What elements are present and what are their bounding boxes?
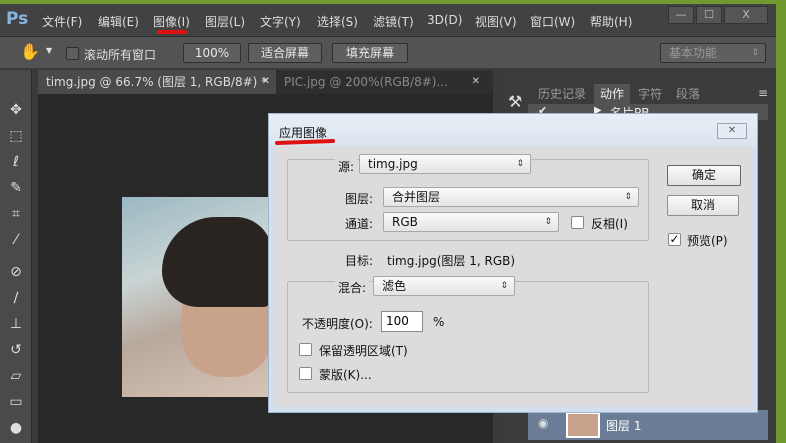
close-tab-icon[interactable]: ✕ [472,70,480,94]
mask-checkbox[interactable] [299,367,312,380]
tab-history[interactable]: 历史记录 [532,84,592,104]
red-underline-mark [157,30,187,34]
menu-bar: Ps 文件(F) 编辑(E) 图像(I) 图层(L) 文字(Y) 选择(S) 滤… [0,4,776,36]
cancel-button[interactable]: 取消 [667,195,739,216]
dialog-close-button[interactable]: ✕ [717,123,747,139]
target-value: timg.jpg(图层 1, RGB) [387,254,516,268]
fill-screen-button[interactable]: 填充屏幕 [332,43,408,63]
hair [162,217,272,307]
actions-icon: ⚒ [508,92,523,111]
history-brush-tool-icon[interactable]: ↺ [6,340,26,360]
tab-character[interactable]: 字符 [632,84,668,104]
blend-value: 滤色 [382,279,407,293]
tab-paragraph[interactable]: 段落 [670,84,706,104]
dialog-title: 应用图像 [279,126,328,140]
quick-select-tool-icon[interactable]: ✎ [6,178,26,198]
tab-timg[interactable]: timg.jpg @ 66.7% (图层 1, RGB/8#) * ✕ [38,70,276,94]
workspace-select[interactable]: 基本功能 ⇕ [660,43,766,63]
preserve-transparency-label: 保留透明区域(T) [319,344,408,358]
minimize-button[interactable]: — [668,6,694,24]
select-arrows-icon: ⇕ [751,48,759,58]
blur-tool-icon[interactable]: ● [6,418,26,438]
channel-select[interactable]: RGB ⇕ [383,212,559,232]
eye-icon[interactable]: ◉ [538,416,548,430]
red-underline-mark [274,138,336,146]
zoom-100-button[interactable]: 100% [183,43,241,63]
eraser-tool-icon[interactable]: ▱ [6,366,26,386]
opacity-unit: % [433,315,445,329]
scroll-all-checkbox[interactable] [66,47,79,60]
chevron-down-icon[interactable]: ▼ [46,46,52,55]
tab-label: PIC.jpg @ 200%(RGB/8#)... [284,75,448,89]
eyedropper-tool-icon[interactable]: ⁄ [6,230,26,250]
channel-label: 通道: [345,217,374,231]
select-arrows-icon: ⇕ [500,281,508,291]
layer-row[interactable]: ◉ 图层 1 [528,410,768,440]
menu-type[interactable]: 文字(Y) [260,13,301,30]
stamp-tool-icon[interactable]: ⊥ [6,314,26,334]
scroll-all-label: 滚动所有窗口 [84,48,157,62]
move-tool-icon[interactable]: ✥ [6,100,26,120]
blend-select[interactable]: 滤色 ⇕ [373,276,515,296]
blend-label: 混合: [335,279,370,296]
layer-name: 图层 1 [606,419,642,433]
invert-label: 反相(I) [591,217,628,231]
document-tabs: timg.jpg @ 66.7% (图层 1, RGB/8#) * ✕ PIC.j… [38,70,493,94]
layer-label: 图层: [345,192,374,206]
marquee-tool-icon[interactable]: ⬚ [6,126,26,146]
tools-panel: ✥ ⬚ ℓ ✎ ⌗ ⁄ ⊘ ∕ ⊥ ↺ ▱ ▭ ● [0,70,32,443]
target-label: 目标: [345,254,374,268]
ok-button[interactable]: 确定 [667,165,741,186]
source-label: 源: [335,158,358,175]
layer-value: 合并图层 [392,190,441,204]
opacity-input[interactable]: 100 [381,311,423,332]
tab-label: timg.jpg @ 66.7% (图层 1, RGB/8#) * [46,75,268,89]
check-icon: ✓ [669,232,680,246]
fit-screen-button[interactable]: 适合屏幕 [248,43,322,63]
menu-file[interactable]: 文件(F) [42,13,82,30]
options-bar: ✋ ▼ 滚动所有窗口 100% 适合屏幕 填充屏幕 基本功能 ⇕ [0,36,776,68]
apply-image-dialog: 应用图像 ✕ 源: timg.jpg ⇕ 图层: 合并图层 ⇕ 通道: RGB ⇕ 反… [268,113,758,413]
mask-label: 蒙版(K)... [319,368,372,382]
menu-image[interactable]: 图像(I) [153,13,190,30]
maximize-button[interactable]: ☐ [696,6,722,24]
preview-label: 预览(P) [687,234,728,248]
select-arrows-icon: ⇕ [544,217,552,227]
channel-value: RGB [392,215,418,229]
tab-actions[interactable]: 动作 [594,84,631,104]
select-arrows-icon: ⇕ [516,159,524,169]
menu-window[interactable]: 窗口(W) [530,13,575,30]
photo-image [122,197,272,397]
brush-tool-icon[interactable]: ∕ [6,288,26,308]
menu-select[interactable]: 选择(S) [317,13,358,30]
lasso-tool-icon[interactable]: ℓ [6,152,26,172]
menu-3d[interactable]: 3D(D) [427,13,462,27]
source-select[interactable]: timg.jpg ⇕ [359,154,531,174]
opacity-label: 不透明度(O): [302,317,373,331]
hand-tool-icon[interactable]: ✋ [20,42,40,61]
healing-brush-tool-icon[interactable]: ⊘ [6,262,26,282]
preserve-transparency-checkbox[interactable] [299,343,312,356]
preview-checkbox[interactable]: ✓ [668,233,681,246]
source-value: timg.jpg [368,157,418,171]
gradient-tool-icon[interactable]: ▭ [6,392,26,412]
tab-pic[interactable]: PIC.jpg @ 200%(RGB/8#)... ✕ [276,70,486,94]
menu-filter[interactable]: 滤镜(T) [373,13,414,30]
layer-thumbnail [566,412,600,438]
close-window-button[interactable]: X [724,6,768,24]
panel-menu-icon[interactable]: ≡ [758,86,768,100]
menu-help[interactable]: 帮助(H) [590,13,632,30]
menu-edit[interactable]: 编辑(E) [98,13,139,30]
select-arrows-icon: ⇕ [624,192,632,202]
menu-view[interactable]: 视图(V) [475,13,517,30]
menu-layer[interactable]: 图层(L) [205,13,245,30]
dialog-titlebar: 应用图像 ✕ [269,114,757,146]
layer-select[interactable]: 合并图层 ⇕ [383,187,639,207]
invert-checkbox[interactable] [571,216,584,229]
ps-logo: Ps [6,9,29,29]
workspace-value: 基本功能 [669,46,718,60]
crop-tool-icon[interactable]: ⌗ [6,204,26,224]
close-tab-icon[interactable]: ✕ [262,70,270,94]
